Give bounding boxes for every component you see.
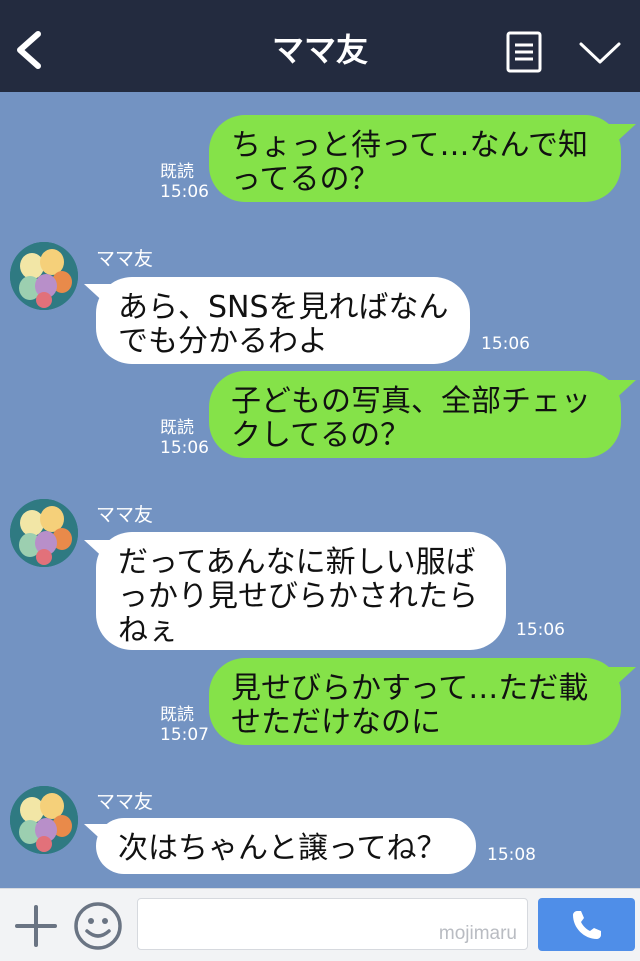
bubble-tail bbox=[84, 540, 114, 562]
message-bubble[interactable]: あら、SNSを見ればなん でも分かるわよ bbox=[96, 277, 470, 364]
message-bubble[interactable]: 見せびらかすって…ただ載 せただけなのに bbox=[209, 658, 621, 745]
bubble-tail bbox=[84, 284, 114, 306]
message-line: 見せびらかすって…ただ載 bbox=[231, 671, 589, 706]
sender-name: ママ友 bbox=[96, 504, 154, 526]
message-line: ってるの？ bbox=[231, 162, 380, 197]
bubble-tail bbox=[606, 380, 636, 402]
list-icon[interactable] bbox=[506, 31, 542, 73]
message-time: 15:06 bbox=[516, 620, 565, 640]
read-receipt: 既読 bbox=[160, 418, 194, 438]
message-bubble[interactable]: ちょっと待って…なんで知 ってるの？ bbox=[209, 115, 621, 202]
sender-name: ママ友 bbox=[96, 791, 154, 813]
bubble-tail bbox=[84, 824, 114, 846]
message-line: ねぇ bbox=[118, 613, 178, 648]
message-bubble[interactable]: 次はちゃんと譲ってね？ bbox=[96, 818, 476, 874]
message-line: でも分かるわよ bbox=[118, 324, 328, 359]
smile-icon[interactable] bbox=[73, 901, 123, 951]
avatar[interactable] bbox=[10, 499, 78, 567]
message-bubble[interactable]: 子どもの写真、全部チェッ クしてるの？ bbox=[209, 371, 621, 458]
message-bubble[interactable]: だってあんなに新しい服ば っかり見せびらかされたら ねぇ bbox=[96, 532, 506, 650]
message-line: クしてるの？ bbox=[231, 418, 411, 453]
bubble-tail bbox=[606, 667, 636, 689]
message-time: 15:06 bbox=[160, 438, 209, 458]
message-line: 次はちゃんと譲ってね？ bbox=[118, 831, 447, 866]
chat-title: ママ友 bbox=[271, 31, 368, 69]
avatar[interactable] bbox=[10, 242, 78, 310]
message-line: あら、SNSを見ればなん bbox=[118, 290, 449, 325]
input-bar: mojimaru bbox=[0, 888, 640, 961]
message-line: せただけなのに bbox=[231, 705, 441, 740]
bubble-tail bbox=[606, 124, 636, 146]
message-input[interactable]: mojimaru bbox=[137, 898, 528, 950]
call-button[interactable] bbox=[538, 898, 635, 951]
chevron-down-icon[interactable] bbox=[578, 40, 622, 66]
plus-icon[interactable] bbox=[14, 904, 58, 948]
message-time: 15:08 bbox=[487, 845, 536, 865]
read-receipt: 既読 bbox=[160, 162, 194, 182]
message-line: 子どもの写真、全部チェッ bbox=[231, 384, 591, 419]
read-receipt: 既読 bbox=[160, 705, 194, 725]
phone-icon bbox=[573, 911, 601, 939]
message-time: 15:07 bbox=[160, 725, 209, 745]
message-line: だってあんなに新しい服ば bbox=[118, 545, 476, 580]
chat-header: ママ友 bbox=[0, 0, 640, 92]
message-line: ちょっと待って…なんで知 bbox=[231, 128, 588, 163]
watermark-text: mojimaru bbox=[438, 923, 517, 944]
message-time: 15:06 bbox=[160, 182, 209, 202]
message-line: っかり見せびらかされたら bbox=[118, 579, 478, 614]
avatar[interactable] bbox=[10, 786, 78, 854]
message-time: 15:06 bbox=[481, 334, 530, 354]
sender-name: ママ友 bbox=[96, 248, 154, 270]
